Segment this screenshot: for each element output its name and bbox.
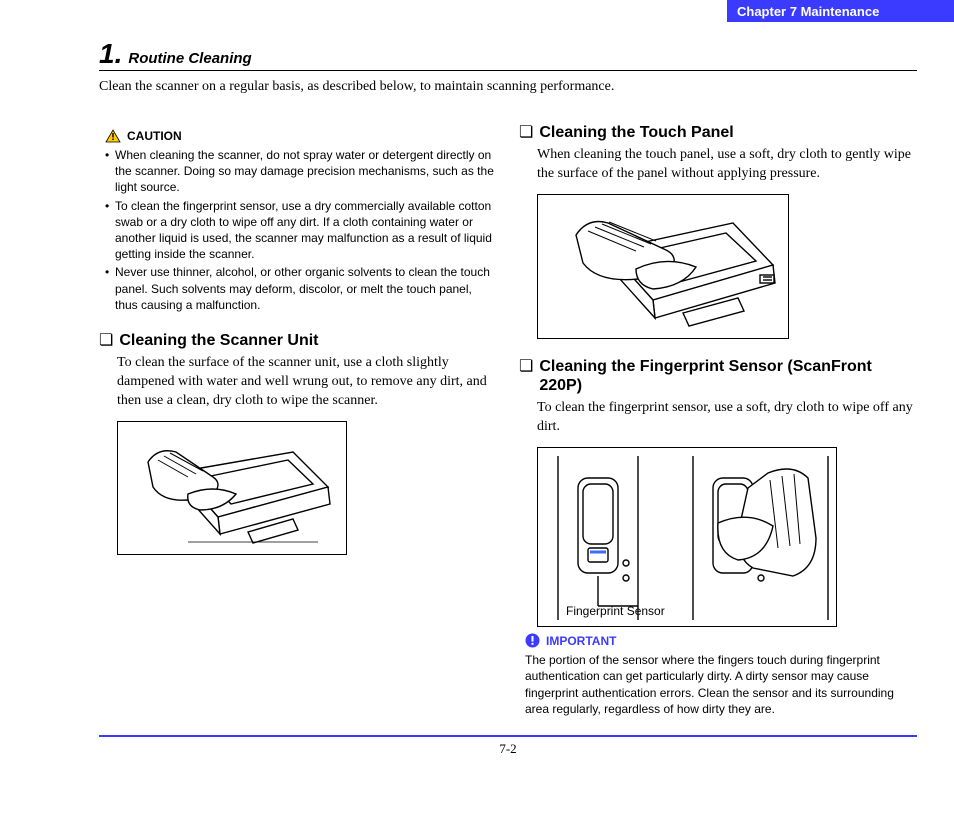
caution-item: Never use thinner, alcohol, or other org… (105, 264, 495, 313)
caution-header: CAUTION (105, 129, 495, 143)
fingerprint-title: Cleaning the Fingerprint Sensor (ScanFro… (539, 357, 915, 395)
left-column: CAUTION When cleaning the scanner, do no… (99, 123, 495, 717)
touch-panel-heading: ❏ Cleaning the Touch Panel (519, 123, 915, 142)
fingerprint-body: To clean the fingerprint sensor, use a s… (537, 399, 915, 437)
important-header: IMPORTANT (525, 633, 915, 648)
scanner-unit-body: To clean the surface of the scanner unit… (117, 354, 495, 411)
page-content: 1. Routine Cleaning Clean the scanner on… (99, 40, 917, 757)
caution-icon (105, 129, 121, 143)
caution-item: To clean the fingerprint sensor, use a d… (105, 198, 495, 263)
touch-panel-body: When cleaning the touch panel, use a sof… (537, 146, 915, 184)
two-column-layout: CAUTION When cleaning the scanner, do no… (99, 123, 917, 717)
bullet-icon: ❏ (519, 357, 533, 376)
right-column: ❏ Cleaning the Touch Panel When cleaning… (519, 123, 915, 717)
bullet-icon: ❏ (519, 123, 533, 142)
caution-label: CAUTION (127, 129, 182, 143)
important-icon (525, 633, 540, 648)
intro-text: Clean the scanner on a regular basis, as… (99, 79, 917, 95)
scanner-unit-title: Cleaning the Scanner Unit (119, 331, 318, 350)
fingerprint-figure-label: Fingerprint Sensor (566, 604, 665, 618)
scanner-unit-figure (117, 421, 347, 555)
fingerprint-heading: ❏ Cleaning the Fingerprint Sensor (ScanF… (519, 357, 915, 395)
touch-panel-figure (537, 194, 789, 339)
section-number: 1. (99, 40, 122, 68)
section-title-text: Routine Cleaning (128, 50, 251, 67)
bullet-icon: ❏ (99, 331, 113, 350)
section-heading: 1. Routine Cleaning (99, 40, 917, 71)
footer: 7-2 (99, 735, 917, 757)
page-number: 7-2 (499, 741, 516, 756)
important-body: The portion of the sensor where the fing… (525, 652, 915, 717)
touch-panel-title: Cleaning the Touch Panel (539, 123, 733, 142)
important-label: IMPORTANT (546, 634, 616, 648)
caution-list: When cleaning the scanner, do not spray … (105, 147, 495, 313)
chapter-title: Chapter 7 Maintenance (737, 4, 879, 19)
caution-item: When cleaning the scanner, do not spray … (105, 147, 495, 196)
chapter-header: Chapter 7 Maintenance (727, 0, 954, 22)
fingerprint-figure: Fingerprint Sensor (537, 447, 837, 627)
scanner-unit-heading: ❏ Cleaning the Scanner Unit (99, 331, 495, 350)
